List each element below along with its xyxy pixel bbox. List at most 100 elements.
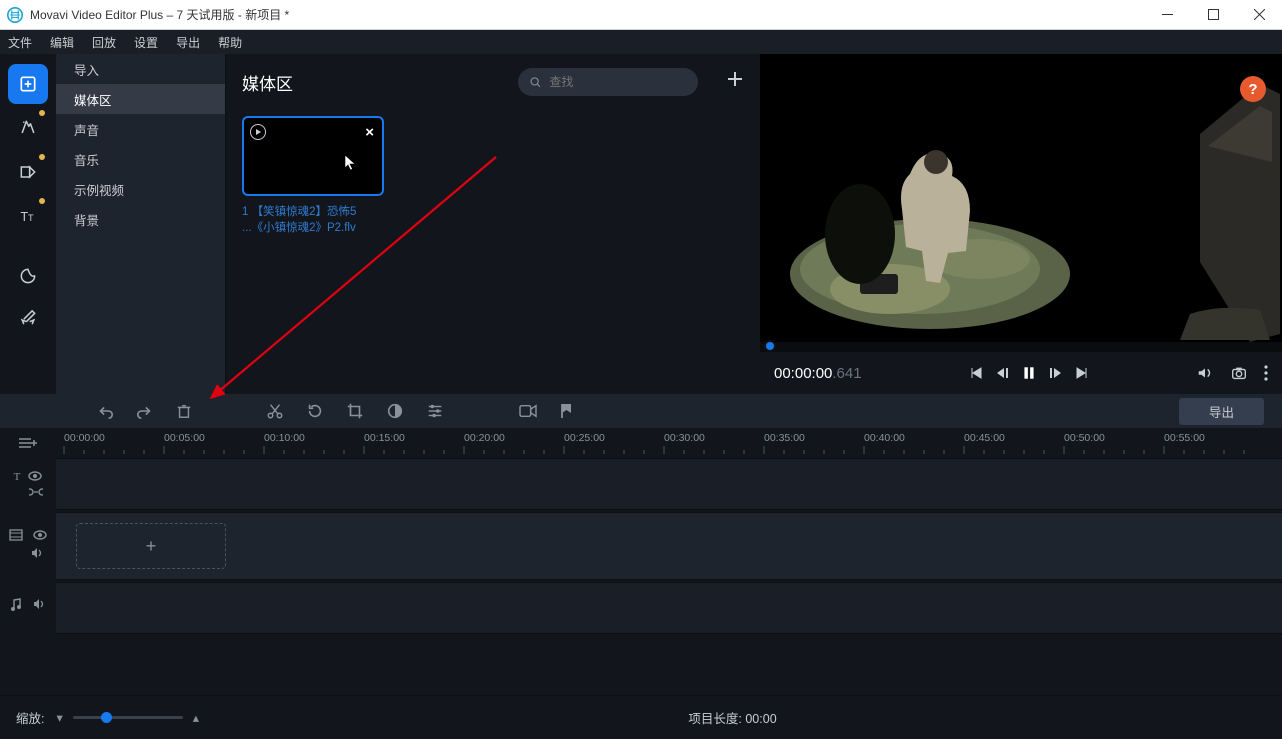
audio-track-icon	[10, 597, 22, 611]
clip-thumbnail[interactable]: ×	[242, 116, 384, 196]
ruler-tick: 00:10:00	[264, 432, 305, 444]
zoom-slider[interactable]: ▾ ▴	[56, 710, 199, 725]
play-overlay-icon[interactable]	[250, 124, 266, 140]
menu-export[interactable]: 导出	[176, 34, 200, 51]
timeline-ruler[interactable]: 00:00:00 00:05:00 00:10:00 00:15:00 00:2…	[56, 428, 1282, 458]
notification-dot-icon	[39, 154, 45, 160]
preview-panel: ? 00:00:00.641	[760, 54, 1282, 394]
clip-properties-icon[interactable]	[426, 402, 444, 420]
drop-zone[interactable]: +	[76, 523, 226, 569]
media-panel: 媒体区 × 1 【笑镇惊魂2】恐怖5 ...《小镇惊魂2》P2.flv	[226, 54, 760, 394]
record-voiceover-icon[interactable]	[518, 403, 538, 419]
link-icon[interactable]	[29, 487, 43, 497]
sidebar-item-music[interactable]: 音乐	[56, 144, 225, 174]
video-track[interactable]: +	[56, 512, 1282, 580]
audio-track[interactable]	[56, 582, 1282, 634]
more-options-icon[interactable]	[1264, 365, 1268, 381]
split-icon[interactable]	[266, 402, 284, 420]
crop-icon[interactable]	[346, 402, 364, 420]
frame-forward-icon[interactable]	[1049, 366, 1063, 380]
video-frame-illustration	[760, 54, 1282, 342]
zoom-thumb[interactable]	[101, 712, 112, 723]
tool-filters[interactable]	[8, 108, 48, 148]
ruler-tick: 00:30:00	[664, 432, 705, 444]
menu-playback[interactable]: 回放	[92, 34, 116, 51]
redo-icon[interactable]	[136, 402, 154, 420]
svg-text:T: T	[28, 213, 34, 223]
search-input[interactable]	[549, 75, 686, 89]
search-box[interactable]	[518, 68, 698, 96]
timeline: T 00:00:00 00:05:00 00:10:00 00:15:00 0	[0, 428, 1282, 695]
visibility-icon[interactable]	[33, 530, 47, 540]
tool-more[interactable]	[8, 300, 48, 340]
timeline-track-headers: T	[0, 428, 56, 695]
project-length: 项目长度: 00:00	[688, 708, 776, 727]
zoom-label: 缩放:	[16, 708, 44, 727]
snapshot-icon[interactable]	[1230, 364, 1248, 382]
titlebar: Movavi Video Editor Plus – 7 天试用版 - 新项目 …	[0, 0, 1282, 30]
notification-dot-icon	[39, 198, 45, 204]
left-toolbar: TT	[0, 54, 56, 394]
marker-icon[interactable]	[560, 403, 574, 419]
video-track-icon	[9, 529, 23, 541]
help-button[interactable]: ?	[1240, 76, 1266, 102]
clip-label: 1 【笑镇惊魂2】恐怖5 ...《小镇惊魂2》P2.flv	[242, 204, 384, 236]
sidebar-item-media[interactable]: 媒体区	[56, 84, 225, 114]
title-track-head[interactable]: T	[0, 458, 56, 510]
ruler-tick: 00:20:00	[464, 432, 505, 444]
volume-icon[interactable]	[1196, 364, 1214, 382]
frame-back-icon[interactable]	[995, 366, 1009, 380]
menu-help[interactable]: 帮助	[218, 34, 242, 51]
ruler-tick: 00:00:00	[64, 432, 105, 444]
minimize-button[interactable]	[1144, 0, 1190, 30]
mute-icon[interactable]	[30, 547, 44, 559]
add-track-button[interactable]	[0, 428, 56, 458]
main-area: TT 导入 媒体区 声音 音乐 示例视频 背景 媒体区	[0, 54, 1282, 394]
app-icon	[6, 6, 24, 24]
add-media-button[interactable]	[726, 70, 744, 94]
preview-video[interactable]	[760, 54, 1282, 342]
video-track-head[interactable]	[0, 510, 56, 578]
zoom-in-icon[interactable]: ▴	[193, 710, 199, 725]
seek-thumb-icon[interactable]	[764, 340, 776, 352]
audio-track-head[interactable]	[0, 578, 56, 630]
tool-stickers[interactable]	[8, 256, 48, 296]
visibility-icon[interactable]	[28, 471, 42, 481]
close-button[interactable]	[1236, 0, 1282, 30]
maximize-button[interactable]	[1190, 0, 1236, 30]
remove-clip-icon[interactable]: ×	[365, 124, 374, 141]
window-title: Movavi Video Editor Plus – 7 天试用版 - 新项目 …	[30, 6, 1144, 23]
delete-icon[interactable]	[176, 403, 192, 419]
export-button[interactable]: 导出	[1179, 398, 1264, 425]
menu-file[interactable]: 文件	[8, 34, 32, 51]
ruler-tick: 00:40:00	[864, 432, 905, 444]
preview-controls: 00:00:00.641	[760, 352, 1282, 394]
notification-dot-icon	[39, 110, 45, 116]
tool-titles[interactable]: TT	[8, 196, 48, 236]
menu-edit[interactable]: 编辑	[50, 34, 74, 51]
tool-import[interactable]	[8, 64, 48, 104]
sidebar-item-sample-video[interactable]: 示例视频	[56, 174, 225, 204]
title-track[interactable]	[56, 458, 1282, 510]
rotate-icon[interactable]	[306, 402, 324, 420]
title-track-icon: T	[14, 471, 21, 483]
ruler-tick: 00:15:00	[364, 432, 405, 444]
media-panel-title: 媒体区	[242, 70, 293, 95]
skip-back-icon[interactable]	[969, 366, 983, 380]
ruler-tick: 00:45:00	[964, 432, 1005, 444]
ruler-tick: 00:50:00	[1064, 432, 1105, 444]
menu-settings[interactable]: 设置	[134, 34, 158, 51]
sidebar-item-background[interactable]: 背景	[56, 204, 225, 234]
sidebar-item-sound[interactable]: 声音	[56, 114, 225, 144]
skip-forward-icon[interactable]	[1075, 366, 1089, 380]
media-clip[interactable]: × 1 【笑镇惊魂2】恐怖5 ...《小镇惊魂2》P2.flv	[242, 116, 384, 236]
preview-seek-slider[interactable]	[760, 342, 1282, 352]
sidebar-item-import[interactable]: 导入	[56, 54, 225, 84]
color-adjust-icon[interactable]	[386, 402, 404, 420]
tool-transitions[interactable]	[8, 152, 48, 192]
zoom-out-icon[interactable]: ▾	[56, 710, 62, 725]
timeline-tracks[interactable]: 00:00:00 00:05:00 00:10:00 00:15:00 00:2…	[56, 428, 1282, 695]
undo-icon[interactable]	[96, 402, 114, 420]
pause-icon[interactable]	[1021, 365, 1037, 381]
mute-icon[interactable]	[32, 598, 46, 610]
